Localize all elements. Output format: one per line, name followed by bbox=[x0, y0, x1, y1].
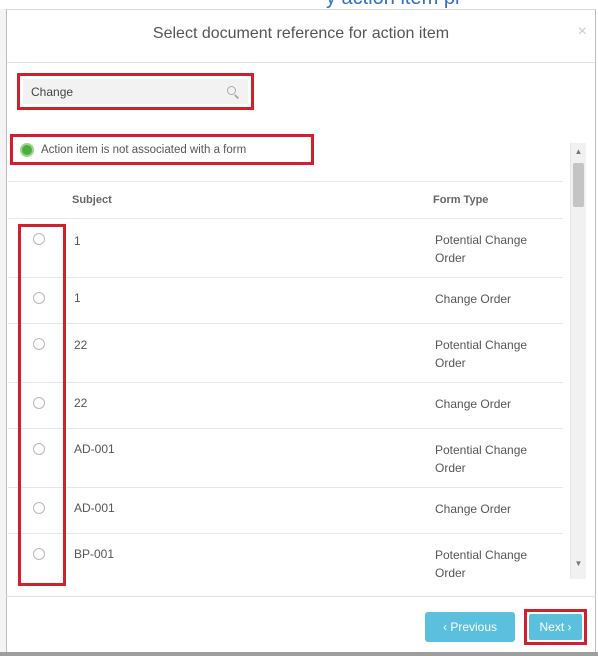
row-radio[interactable] bbox=[33, 397, 45, 409]
row-form-type: Potential Change Order bbox=[435, 443, 528, 475]
table-row[interactable]: BP-001 Potential Change Order bbox=[8, 534, 563, 582]
next-button[interactable]: Next › bbox=[529, 614, 582, 640]
row-form-type: Potential Change Order bbox=[435, 338, 528, 370]
dialog-header: Select document reference for action ite… bbox=[7, 10, 595, 63]
row-subject: AD-001 bbox=[74, 442, 115, 456]
table-row[interactable]: AD-001 Change Order bbox=[8, 488, 563, 534]
row-form-type: Potential Change Order bbox=[435, 548, 528, 580]
row-form-type: Potential Change Order bbox=[435, 233, 528, 265]
search-highlight-box: Change bbox=[17, 73, 254, 110]
table-row[interactable]: 1 Potential Change Order bbox=[8, 219, 563, 278]
row-subject: 1 bbox=[74, 234, 81, 248]
search-input[interactable]: Change bbox=[23, 79, 248, 104]
vertical-scrollbar[interactable]: ▲ ▼ bbox=[570, 143, 586, 579]
row-radio[interactable] bbox=[33, 548, 45, 560]
row-radio[interactable] bbox=[33, 502, 45, 514]
previous-button[interactable]: ‹ Previous bbox=[425, 612, 515, 642]
table-row[interactable]: 1 Change Order bbox=[8, 278, 563, 324]
close-icon[interactable]: × bbox=[578, 24, 587, 40]
row-subject: 22 bbox=[74, 338, 88, 352]
row-subject: 1 bbox=[74, 291, 81, 305]
scroll-down-arrow-icon[interactable]: ▼ bbox=[571, 557, 586, 571]
row-subject: AD-001 bbox=[74, 501, 115, 515]
next-button-highlight: Next › bbox=[524, 609, 587, 645]
no-form-option[interactable]: Action item is not associated with a for… bbox=[10, 134, 314, 165]
column-header-form-type: Form Type bbox=[433, 194, 489, 206]
scroll-up-arrow-icon[interactable]: ▲ bbox=[571, 145, 586, 159]
row-radio[interactable] bbox=[33, 292, 45, 304]
row-radio[interactable] bbox=[33, 443, 45, 455]
row-subject: BP-001 bbox=[74, 547, 115, 561]
row-form-type: Change Order bbox=[435, 397, 512, 411]
row-subject: 22 bbox=[74, 396, 88, 410]
no-form-radio-selected[interactable] bbox=[20, 142, 34, 157]
table-row[interactable]: AD-001 Potential Change Order bbox=[8, 429, 563, 488]
search-input-value: Change bbox=[31, 84, 74, 99]
table-row[interactable]: 22 Potential Change Order bbox=[8, 324, 563, 383]
row-form-type: Change Order bbox=[435, 292, 512, 306]
row-radio[interactable] bbox=[33, 233, 45, 245]
scrollbar-thumb[interactable] bbox=[573, 163, 584, 207]
row-form-type: Change Order bbox=[435, 502, 512, 516]
dialog-title: Select document reference for action ite… bbox=[152, 25, 450, 42]
no-form-option-label: Action item is not associated with a for… bbox=[41, 143, 247, 156]
table-row[interactable]: 22 Change Order bbox=[8, 383, 563, 429]
footer-divider bbox=[6, 596, 596, 597]
row-radio[interactable] bbox=[33, 338, 45, 350]
results-scroll-area: Action item is not associated with a for… bbox=[8, 131, 581, 582]
column-header-subject: Subject bbox=[72, 194, 112, 206]
table-header: Subject Form Type bbox=[8, 181, 563, 219]
search-icon[interactable] bbox=[226, 85, 240, 99]
bottom-edge bbox=[0, 652, 598, 656]
